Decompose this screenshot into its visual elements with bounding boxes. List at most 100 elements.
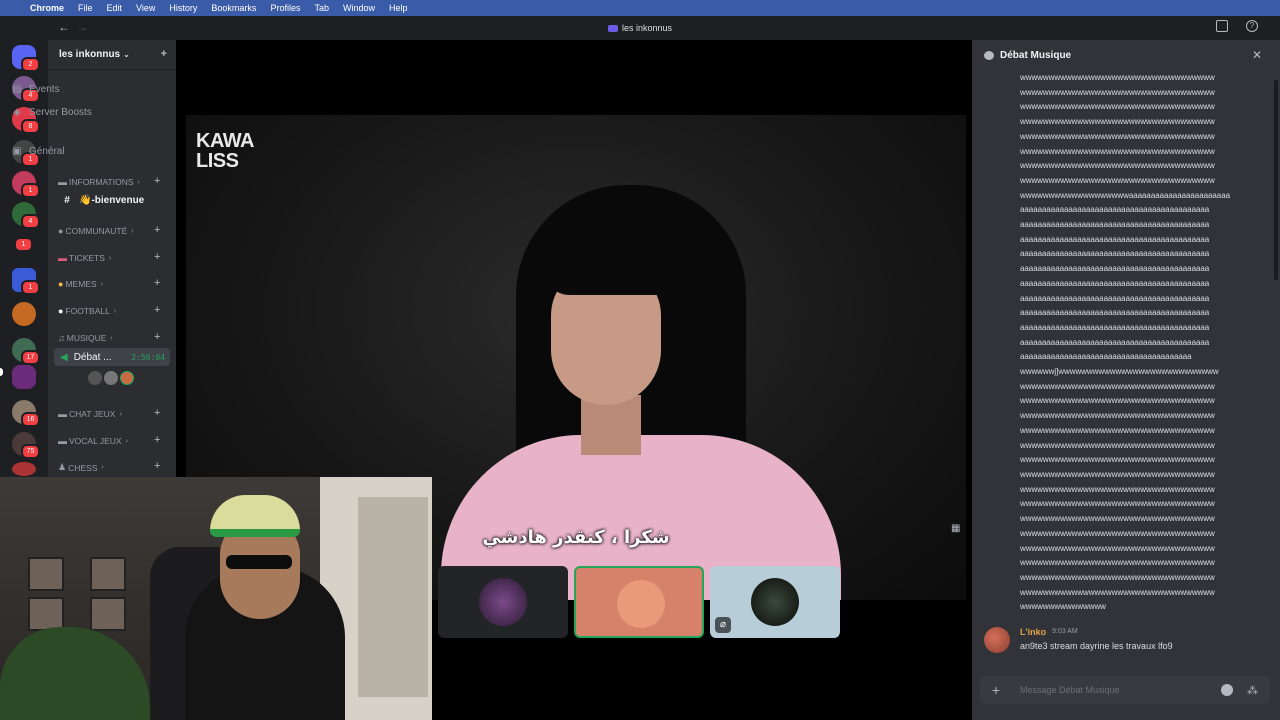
menu-history[interactable]: History [169, 3, 197, 13]
category-musique[interactable]: ♫ MUSIQUE › [58, 333, 113, 343]
webcam-picture-frame [90, 557, 126, 591]
chevron-right-icon: › [113, 307, 117, 315]
category-label: FOOTBALL [65, 306, 110, 316]
category-label: MUSIQUE [66, 333, 107, 343]
fullscreen-icon[interactable]: ▦ [951, 523, 960, 534]
server-icon[interactable]: 75 [12, 432, 40, 459]
add-member-icon[interactable]: + [161, 48, 167, 60]
ticket-icon: ▬ [58, 253, 67, 263]
server-icon[interactable]: 1 [14, 237, 33, 252]
category-vocal-jeux[interactable]: ▬ VOCAL JEUX › [58, 436, 128, 446]
server-header[interactable]: les inkonnus ⌄ + [48, 40, 176, 70]
menu-file[interactable]: File [78, 3, 93, 13]
menu-bookmarks[interactable]: Bookmarks [211, 3, 256, 13]
participant-tile[interactable] [438, 566, 568, 638]
chat-bubble-icon [984, 50, 994, 60]
hashtag-icon: # [64, 195, 70, 206]
video-person-bangs [544, 225, 684, 295]
message-input[interactable] [1012, 685, 1221, 695]
category-chat-jeux[interactable]: ▬ CHAT JEUX › [58, 409, 122, 419]
server-icon[interactable]: 1 [12, 268, 40, 295]
inbox-icon[interactable] [1216, 20, 1228, 32]
avatar [617, 580, 665, 628]
category-communaute[interactable]: ● COMMUNAUTÉ › [58, 226, 134, 236]
kawaliss-logo: KAWA LISS [196, 131, 255, 171]
current-server-icon[interactable] [12, 365, 36, 389]
chat-spam-line: wwwwwwwwwwwwwwwwwwwwwwwwwwwwwwwwww [1020, 175, 1215, 185]
category-label: CHAT JEUX [69, 409, 116, 419]
category-informations[interactable]: ▬ INFORMATIONS › [58, 177, 140, 187]
server-badge: 1 [14, 237, 33, 252]
chat-spam-line: aaaaaaaaaaaaaaaaaaaaaaaaaaaaaaaaaaaaaaaa… [1020, 293, 1210, 303]
menu-window[interactable]: Window [343, 3, 375, 13]
macos-menu-bar: Chrome File Edit View History Bookmarks … [0, 0, 1280, 16]
voice-participants [88, 371, 134, 385]
avatar[interactable] [120, 371, 134, 385]
menu-tab[interactable]: Tab [314, 3, 329, 13]
add-attachment-icon[interactable]: + [980, 682, 1012, 698]
chat-message-content: wwwwwwwwwwwwwwwwwwwwwwwwwwwwwwwwww wwwwww… [1020, 71, 1248, 615]
chat-spam-line: wwwwwwwwwwwwwwwwwwwwwwwwwwwwwwwwww [1020, 102, 1215, 112]
chat-spam-line: wwwwwwwwwwwwwwwwwwwwwwwwwwwwwwwwww [1020, 587, 1215, 597]
server-badge: 16 [21, 412, 40, 427]
help-icon[interactable]: ? [1246, 20, 1258, 32]
chat-spam-line: wwwwwwj]wwwwwwwwwwwwwwwwwwwwwwwwwwww [1020, 367, 1219, 377]
webcam-plant [0, 627, 150, 720]
selected-server-pill [0, 368, 3, 376]
chevron-right-icon: › [131, 227, 134, 235]
chat-spam-line: aaaaaaaaaaaaaaaaaaaaaaaaaaaaaaaaaaaaaaa [1020, 352, 1192, 362]
webcam-shelf [358, 497, 428, 697]
voice-channel-debat-musique[interactable]: ◀ Débat ... 2:56:04 [54, 348, 170, 366]
menu-profiles[interactable]: Profiles [270, 3, 300, 13]
webcam-picture-frame [28, 597, 64, 631]
avatar[interactable] [88, 371, 102, 385]
webcam-overlay [0, 477, 432, 720]
server-icon[interactable]: 16 [12, 400, 40, 427]
window-title: les inkonnus [0, 23, 1280, 33]
apps-icon[interactable]: ⁂ [1247, 684, 1258, 697]
category-football[interactable]: ● FOOTBALL › [58, 306, 116, 316]
menu-help[interactable]: Help [389, 3, 408, 13]
server-badge: 1 [21, 280, 40, 295]
message-timestamp: 9:03 AM [1052, 628, 1078, 635]
server-badge: 8 [21, 119, 40, 134]
participant-tile[interactable]: ⌀ [710, 566, 840, 638]
category-tickets[interactable]: ▬ TICKETS › [58, 253, 111, 263]
menu-edit[interactable]: Edit [107, 3, 123, 13]
speaker-icon: ◀ [60, 351, 68, 363]
message-author[interactable]: L'inko [1020, 627, 1046, 637]
avatar[interactable] [104, 371, 118, 385]
server-icon[interactable] [12, 302, 36, 326]
server-badge: 4 [21, 214, 40, 229]
server-icon[interactable]: 17 [12, 338, 40, 365]
chat-spam-line: aaaaaaaaaaaaaaaaaaaaaaaaaaaaaaaaaaaaaaaa… [1020, 249, 1210, 259]
chat-spam-line: aaaaaaaaaaaaaaaaaaaaaaaaaaaaaaaaaaaaaaaa… [1020, 308, 1210, 318]
category-memes[interactable]: ● MEMES › [58, 279, 103, 289]
voice-chat-panel: Débat Musique ✕ wwwwwwwwwwwwwwwwwwwwwwww… [972, 40, 1280, 720]
server-icon[interactable] [12, 462, 36, 476]
category-chess[interactable]: ♟ CHESS › [58, 462, 104, 473]
participant-tile-speaking[interactable] [574, 566, 704, 638]
server-icon[interactable]: 4 [12, 202, 40, 229]
chevron-right-icon: › [108, 254, 112, 262]
channel-bienvenue[interactable]: # 👋-bienvenue [60, 195, 144, 206]
emoji-icon[interactable] [1221, 684, 1233, 696]
direct-messages-icon[interactable]: 2 [12, 45, 40, 72]
sidebar-item-boosts[interactable]: ◈ Server Boosts [10, 107, 92, 118]
sidebar-item-events[interactable]: ▤ Events [10, 84, 60, 95]
menu-chrome[interactable]: Chrome [30, 3, 64, 13]
sidebar-item-label: Events [29, 84, 60, 95]
chevron-right-icon: › [100, 280, 103, 288]
close-icon[interactable]: ✕ [1252, 48, 1262, 62]
webcam-person-cap [210, 495, 300, 537]
category-label: VOCAL JEUX [69, 436, 122, 446]
channel-general[interactable]: ▣ Général [10, 146, 64, 157]
chat-spam-line: wwwwwwwwwwwwwwwwwwwwwwwwwwwwwwwwww [1020, 425, 1215, 435]
server-icon[interactable]: 1 [12, 171, 40, 198]
menu-view[interactable]: View [136, 3, 155, 13]
chat-scrollbar[interactable] [1274, 80, 1278, 280]
chat-spam-line: wwwwwwwwwwwwwwwwwwwwwwwwwwwwwwwwww [1020, 572, 1215, 582]
avatar[interactable] [984, 627, 1010, 653]
server-name: les inkonnus [59, 49, 121, 60]
chat-spam-line: wwwwwwwwwwwwwwwwwwwwwwwwwwwwwwwwww [1020, 543, 1215, 553]
